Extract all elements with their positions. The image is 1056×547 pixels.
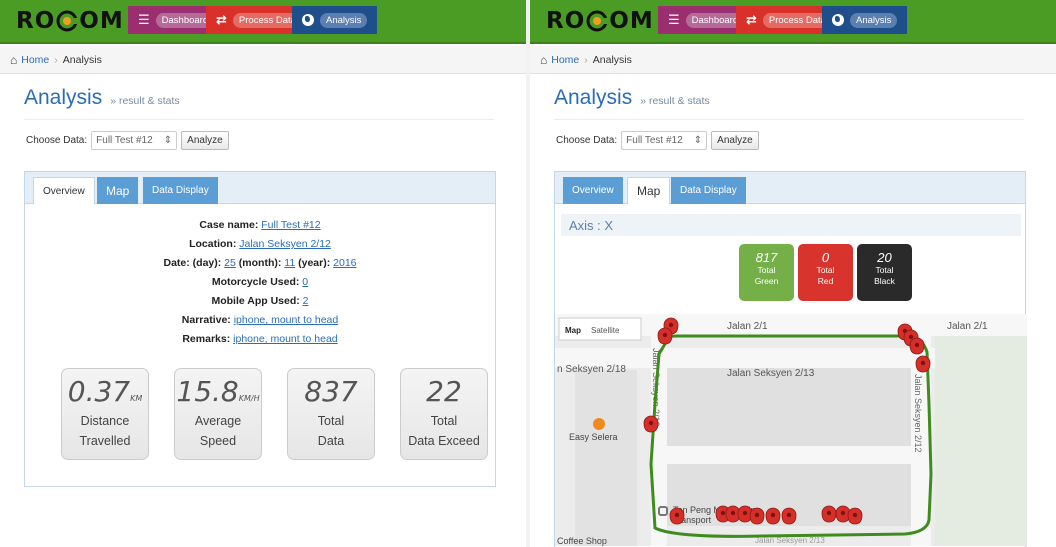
breadcrumb-separator-icon: ›: [584, 53, 588, 66]
breadcrumb: ⌂ Home › Analysis: [0, 46, 526, 74]
case-name-value[interactable]: Full Test #12: [261, 219, 320, 231]
choose-data-label: Choose Data:: [556, 135, 618, 146]
exchange-icon: ⇄: [216, 12, 227, 27]
count-red: 0 Total Red: [798, 244, 853, 301]
rocom-logo[interactable]: RO OM: [546, 8, 654, 34]
count-boxes: 817 Total Green 0 Total Red 20 Total Bla…: [739, 244, 916, 301]
overview-screen: RO OM ☰ Dashboard ⇄ Process Data Analysi…: [0, 0, 526, 547]
restaurant-icon: [593, 418, 605, 430]
page-subtitle: » result & stats: [640, 95, 710, 107]
stats-row: 0.37KM Distance Travelled 15.8KM/H Averag…: [61, 368, 513, 460]
narrative-row: Narrative: iphone, mount to head: [181, 314, 339, 326]
overview-details: Case name: Full Test #12 Location: Jalan…: [25, 216, 495, 349]
axis-label: Axis : X: [561, 214, 1021, 236]
date-row: Date: (day): 25 (month): 11 (year): 2016: [163, 257, 357, 269]
logo-emblem-icon: [586, 10, 609, 32]
select-arrows-icon: ⇕: [693, 135, 703, 146]
breadcrumb-current: Analysis: [592, 53, 632, 66]
home-icon: ⌂: [10, 52, 18, 67]
page-title: Analysis: [554, 86, 633, 109]
tab-map[interactable]: Map: [627, 177, 671, 205]
street-label-seksyen-2-12-right: Jalan Seksyen 2/12: [913, 374, 923, 453]
nav-analysis[interactable]: Analysis: [292, 6, 378, 34]
tab-container: Overview Map Data Display Case name: Ful…: [24, 171, 496, 487]
globe-icon: [302, 14, 314, 26]
tab-data-display[interactable]: Data Display: [143, 177, 218, 204]
tab-data-display[interactable]: Data Display: [671, 177, 746, 204]
select-arrows-icon: ⇕: [163, 135, 173, 146]
breadcrumb-separator-icon: ›: [54, 53, 58, 66]
tab-overview[interactable]: Overview: [563, 177, 623, 204]
page-header: Analysis » result & stats: [24, 86, 494, 120]
street-label-seksyen-2-13: Jalan Seksyen 2/13: [727, 368, 815, 379]
choose-data-row: Choose Data: Full Test #12 ⇕ Analyze: [26, 131, 229, 150]
mobile-app-row: Mobile App Used: 2: [211, 295, 309, 307]
poi-easy-selera: Easy Selera: [569, 432, 618, 442]
location-value[interactable]: Jalan Seksyen 2/12: [239, 238, 331, 250]
breadcrumb-home[interactable]: ⌂ Home: [10, 53, 49, 67]
analyze-button[interactable]: Analyze: [181, 131, 229, 150]
street-label-jalan-2-1-east: Jalan 2/1: [947, 321, 988, 332]
dashboard-icon: ☰: [668, 12, 680, 27]
exchange-icon: ⇄: [746, 12, 757, 27]
logo-emblem-icon: [56, 10, 79, 32]
breadcrumb: ⌂ Home › Analysis: [530, 46, 1056, 74]
top-navbar: RO OM ☰ Dashboard ⇄ Process Data Analysi…: [0, 0, 526, 44]
dashboard-icon: ☰: [138, 12, 150, 27]
route-map[interactable]: Jalan 2/1 Jalan 2/1 n Seksyen 2/18 Jalan…: [555, 314, 1027, 546]
home-icon: ⌂: [540, 52, 548, 67]
poi-coffee-shop: Coffee Shop: [557, 536, 607, 546]
top-navbar: RO OM ☰ Dashboard ⇄ Process Data Analysi…: [530, 0, 1056, 44]
data-select[interactable]: Full Test #12 ⇕: [91, 131, 178, 150]
tab-container: Overview Map Data Display Axis : X 817 T…: [554, 171, 1027, 547]
stat-data-exceed: 22 Total Data Exceed: [400, 368, 488, 460]
data-select[interactable]: Full Test #12 ⇕: [621, 131, 708, 150]
page-header: Analysis » result & stats: [554, 86, 1024, 120]
nav-analysis[interactable]: Analysis: [822, 6, 908, 34]
tab-overview[interactable]: Overview: [33, 177, 95, 205]
map-type-satellite[interactable]: Satellite: [591, 326, 620, 335]
motorcycle-row: Motorcycle Used: 0: [211, 276, 309, 288]
choose-data-row: Choose Data: Full Test #12 ⇕ Analyze: [556, 131, 759, 150]
page-title: Analysis: [24, 86, 103, 109]
analyze-button[interactable]: Analyze: [711, 131, 759, 150]
map-screen: RO OM ☰ Dashboard ⇄ Process Data Analysi…: [530, 0, 1056, 547]
tab-map[interactable]: Map: [97, 177, 139, 204]
location-row: Location: Jalan Seksyen 2/12: [189, 238, 331, 250]
page-subtitle: » result & stats: [110, 95, 180, 107]
case-name-row: Case name: Full Test #12: [199, 219, 321, 231]
tabs-bar: Overview Map Data Display: [555, 172, 1025, 205]
globe-icon: [832, 14, 844, 26]
street-label-seksyen-2-18: n Seksyen 2/18: [557, 364, 626, 375]
rocom-logo[interactable]: RO OM: [16, 8, 124, 34]
count-black: 20 Total Black: [857, 244, 912, 301]
map-type-map[interactable]: Map: [565, 326, 581, 335]
choose-data-label: Choose Data:: [26, 135, 88, 146]
street-label-jalan-2-1: Jalan 2/1: [727, 321, 768, 332]
breadcrumb-current: Analysis: [62, 53, 102, 66]
count-green: 817 Total Green: [739, 244, 794, 301]
stat-distance: 0.37KM Distance Travelled: [61, 368, 149, 460]
stat-total-data: 837 Total Data: [287, 368, 375, 460]
map-canvas: Jalan 2/1 Jalan 2/1 n Seksyen 2/18 Jalan…: [555, 314, 1027, 546]
remarks-row: Remarks: iphone, mount to head: [182, 333, 338, 345]
stat-average-speed: 15.8KM/H Average Speed: [174, 368, 262, 460]
breadcrumb-home[interactable]: ⌂ Home: [540, 53, 579, 67]
tabs-bar: Overview Map Data Display: [25, 172, 495, 205]
